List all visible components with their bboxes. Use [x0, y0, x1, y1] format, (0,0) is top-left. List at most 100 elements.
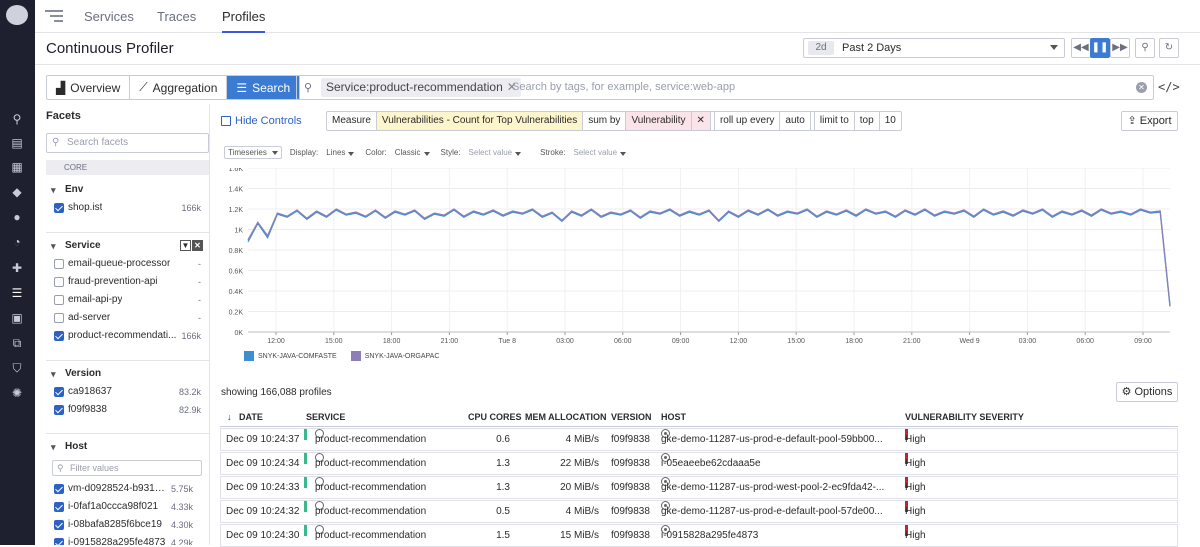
checkbox[interactable]	[54, 405, 64, 415]
export-button[interactable]: ⇪ Export	[1121, 111, 1178, 131]
facet-group-header[interactable]: ▾ Env	[46, 181, 209, 199]
menu-icon[interactable]	[45, 10, 63, 22]
col-date[interactable]: DATE	[239, 407, 263, 427]
cell-version: f09f9838	[611, 482, 650, 493]
measure-select[interactable]: Vulnerabilities - Count for Top Vulnerab…	[376, 112, 584, 130]
checkbox[interactable]	[54, 331, 64, 341]
facet-group-header[interactable]: ▾ Host	[46, 438, 209, 456]
refresh-icon[interactable]: ↻	[1159, 38, 1179, 58]
hide-controls-button[interactable]: Hide Controls	[221, 115, 302, 127]
facet-group-header[interactable]: ▾ Service ▼ ✕	[46, 237, 209, 255]
notebook-icon[interactable]: ▣	[10, 311, 24, 325]
checkbox[interactable]	[54, 277, 64, 287]
table-row[interactable]: Dec 09 10:24:30 product-recommendation 1…	[220, 524, 1178, 547]
col-service[interactable]: SERVICE	[306, 407, 345, 427]
roll-up-select[interactable]: auto	[780, 112, 811, 130]
facet-item[interactable]: vm-d0928524-b931-4... 5.75k	[46, 480, 209, 498]
sum-by-select[interactable]: Vulnerability	[626, 112, 692, 130]
checkbox[interactable]	[54, 295, 64, 305]
checkbox[interactable]	[54, 203, 64, 213]
table-row[interactable]: Dec 09 10:24:32 product-recommendation 0…	[220, 500, 1178, 523]
alert-icon[interactable]: ●	[10, 210, 24, 224]
close-icon[interactable]: ✕	[192, 240, 203, 251]
stroke-select[interactable]: Select value	[573, 148, 629, 157]
rewind-button[interactable]: ◀◀	[1071, 38, 1091, 58]
security-icon[interactable]: ⛉	[10, 361, 24, 375]
filter-icon[interactable]: ▼	[180, 240, 191, 251]
col-version[interactable]: VERSION	[611, 407, 652, 427]
core-section[interactable]: CORE	[46, 160, 209, 175]
facet-item[interactable]: f09f9838 82.9k	[46, 401, 209, 419]
host-filter-input[interactable]: ⚲ Filter values	[52, 460, 202, 476]
graph-type-select[interactable]: Timeseries	[224, 145, 282, 159]
facet-item[interactable]: email-queue-processor -	[46, 255, 209, 273]
cell-service-label: product-recommendation	[315, 458, 427, 469]
legend-item[interactable]: SNYK-JAVA-COMFASTE	[244, 351, 337, 361]
facet-item[interactable]: product-recommendati... 166k	[46, 327, 209, 345]
apm-icon[interactable]: ☰	[10, 286, 24, 300]
close-icon[interactable]: ✕	[691, 112, 711, 130]
timeseries-chart[interactable]: 0K 0.2K 0.4K 0.6K 0.8K 1K 1.2K 1.4K 1.6K 12:00 15:…	[220, 168, 1182, 348]
facet-group-header[interactable]: ▾ Version	[46, 365, 209, 383]
time-picker[interactable]: 2d Past 2 Days	[803, 38, 1065, 58]
tab-search[interactable]: ☰ Search	[227, 76, 300, 99]
search-bar[interactable]: ⚲ Service:product-recommendation ✕ Searc…	[296, 75, 1154, 100]
facet-item[interactable]: i-08bafa8285f6bce19 4.30k	[46, 516, 209, 534]
style-select[interactable]: Select value	[469, 148, 525, 157]
checkbox[interactable]	[54, 387, 64, 397]
clear-icon[interactable]: ✕	[1136, 82, 1147, 93]
col-vuln[interactable]: VULNERABILITY SEVERITY	[905, 407, 1024, 427]
code-icon[interactable]: </>	[1158, 80, 1180, 94]
facet-item[interactable]: i-0915828a295fe4873 4.29k	[46, 534, 209, 545]
facet-item-count: 82.9k	[178, 405, 201, 415]
tab-overview[interactable]: ▟ Overview	[47, 76, 131, 99]
display-select[interactable]: Lines	[326, 148, 357, 157]
facet-item-label: i-0915828a295fe4873	[68, 537, 166, 545]
puzzle-icon[interactable]: ✚	[10, 261, 24, 275]
datadog-logo-icon[interactable]	[6, 5, 28, 25]
search-input[interactable]: Search by tags, for example, service:web…	[512, 81, 735, 93]
gauge-icon[interactable]: ◔	[10, 235, 24, 249]
color-select[interactable]: Classic	[395, 148, 433, 157]
options-button[interactable]: ⚙ Options	[1116, 382, 1178, 402]
checkbox[interactable]	[54, 502, 64, 512]
facet-search-input[interactable]: ⚲ Search facets	[46, 133, 209, 153]
facet-item-label: email-queue-processor	[68, 258, 171, 269]
facet-item[interactable]: fraud-prevention-api -	[46, 273, 209, 291]
facet-item[interactable]: ca918637 83.2k	[46, 383, 209, 401]
checkbox[interactable]	[54, 538, 64, 545]
checkbox[interactable]	[54, 259, 64, 269]
settings-icon[interactable]: ✺	[10, 386, 24, 400]
map-icon[interactable]: ◆	[10, 185, 24, 199]
facet-item[interactable]: ad-server -	[46, 309, 209, 327]
sort-arrow-icon[interactable]: ↓	[227, 407, 232, 427]
table-row[interactable]: Dec 09 10:24:37 product-recommendation 0…	[220, 428, 1178, 451]
tab-aggregation-label: Aggregation	[152, 80, 218, 95]
search-icon[interactable]: ⚲	[1135, 38, 1155, 58]
limit-value-input[interactable]: 10	[880, 112, 901, 130]
facet-item[interactable]: email-api-py -	[46, 291, 209, 309]
chart-icon[interactable]: ▦	[10, 160, 24, 174]
tab-aggregation[interactable]: ⟋ Aggregation	[130, 76, 228, 99]
pause-button[interactable]: ❚❚	[1090, 38, 1110, 58]
col-host[interactable]: HOST	[661, 407, 686, 427]
search-token[interactable]: Service:product-recommendation ✕	[321, 78, 521, 97]
tab-profiles[interactable]: Profiles	[222, 9, 266, 33]
tab-traces[interactable]: Traces	[157, 9, 196, 24]
col-mem[interactable]: MEM ALLOCATION	[525, 407, 607, 427]
col-cpu[interactable]: CPU CORES	[468, 407, 522, 427]
forward-button[interactable]: ▶▶	[1110, 38, 1130, 58]
checkbox[interactable]	[54, 484, 64, 494]
table-row[interactable]: Dec 09 10:24:34 product-recommendation 1…	[220, 452, 1178, 475]
integrations-icon[interactable]: ⧉	[10, 336, 24, 350]
table-row[interactable]: Dec 09 10:24:33 product-recommendation 1…	[220, 476, 1178, 499]
tab-services[interactable]: Services	[84, 9, 134, 24]
list-icon[interactable]: ▤	[10, 136, 24, 150]
legend-item[interactable]: SNYK-JAVA-ORGAPAC	[350, 351, 439, 361]
limit-kind-select[interactable]: top	[855, 112, 880, 130]
facet-item[interactable]: shop.ist 166k	[46, 199, 209, 217]
binoculars-icon[interactable]: ⚲	[10, 112, 24, 126]
facet-item[interactable]: i-0faf1a0ccca98f021 4.33k	[46, 498, 209, 516]
checkbox[interactable]	[54, 520, 64, 530]
checkbox[interactable]	[54, 313, 64, 323]
